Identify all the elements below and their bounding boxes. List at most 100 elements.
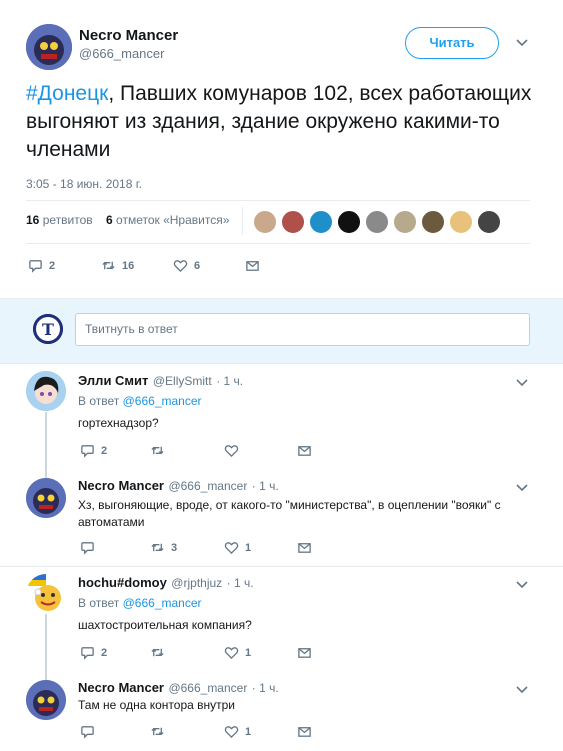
tweet-timestamp[interactable]: 3:05 - 18 июн. 2018 г. — [26, 177, 142, 191]
retweet-action[interactable] — [150, 443, 171, 458]
liker-avatar[interactable] — [253, 210, 277, 234]
like-count: 1 — [245, 541, 252, 554]
reply-icon — [29, 260, 42, 273]
reply-count: 2 — [49, 259, 56, 272]
thread-line — [45, 412, 47, 478]
reply-action[interactable]: 2 — [28, 258, 55, 273]
stats-separator — [242, 207, 243, 235]
author-handle[interactable]: @666_mancer — [79, 46, 164, 61]
author-name[interactable]: Necro Mancer — [79, 27, 178, 44]
chevron-down-icon[interactable] — [516, 36, 528, 50]
liker-avatar[interactable] — [337, 210, 361, 234]
reply-time[interactable]: · 1 ч. — [252, 681, 279, 695]
author-avatar[interactable] — [26, 24, 72, 70]
reply-author-name[interactable]: Элли Смит — [78, 373, 148, 388]
retweet-count: 16 — [122, 259, 135, 272]
message-action[interactable] — [297, 540, 312, 555]
chevron-down-icon[interactable] — [516, 683, 528, 697]
reply-header: hochu#domoy @rjpthjuz · 1 ч. — [78, 574, 254, 592]
retweet-action[interactable] — [150, 724, 171, 739]
reply-icon — [81, 647, 94, 660]
svg-text:T: T — [42, 320, 54, 339]
like-count: 1 — [245, 646, 252, 659]
envelope-icon — [298, 543, 311, 553]
like-action[interactable]: 1 — [224, 645, 251, 660]
reply-header: Necro Mancer @666_mancer · 1 ч. — [78, 477, 279, 495]
reply-time[interactable]: · 1 ч. — [216, 374, 243, 388]
reply-author-handle[interactable]: @666_mancer — [168, 479, 247, 493]
reply-avatar[interactable] — [26, 574, 66, 614]
reply-action[interactable]: 2 — [80, 443, 107, 458]
reply-time[interactable]: · 1 ч. — [227, 576, 254, 590]
like-count: 1 — [245, 725, 252, 738]
reply-action[interactable] — [80, 724, 101, 739]
heart-icon — [224, 726, 239, 739]
reply-to-handle[interactable]: @666_mancer — [123, 394, 202, 408]
liker-avatar[interactable] — [449, 210, 473, 234]
liker-avatar[interactable] — [365, 210, 389, 234]
follow-button[interactable]: Читать — [405, 27, 499, 59]
liker-avatar[interactable] — [477, 210, 501, 234]
like-action[interactable]: 1 — [224, 540, 251, 555]
retweet-icon — [151, 727, 164, 736]
reply-header: Necro Mancer @666_mancer · 1 ч. — [78, 679, 279, 697]
message-action[interactable] — [297, 724, 312, 739]
likes-count: 6 — [106, 213, 113, 227]
reply-author-name[interactable]: Necro Mancer — [78, 680, 164, 695]
reply-icon — [81, 542, 94, 555]
reply-author-name[interactable]: Necro Mancer — [78, 478, 164, 493]
chevron-down-icon[interactable] — [516, 376, 528, 390]
chevron-down-icon[interactable] — [516, 481, 528, 495]
reply-to-line: В ответ @666_mancer — [78, 596, 202, 610]
retweet-action[interactable]: 16 — [101, 258, 134, 273]
reply-avatar[interactable] — [26, 371, 66, 411]
liker-avatar[interactable] — [281, 210, 305, 234]
retweets-count: 16 — [26, 213, 40, 227]
liker-avatar[interactable] — [421, 210, 445, 234]
liker-avatar[interactable] — [309, 210, 333, 234]
user-avatar[interactable]: T — [33, 314, 63, 344]
heart-icon — [224, 445, 239, 458]
reply-author-handle[interactable]: @EllySmitt — [153, 374, 212, 388]
liker-avatar[interactable] — [393, 210, 417, 234]
hashtag-link[interactable]: #Донецк — [26, 82, 108, 105]
reply-icon — [81, 726, 94, 739]
reply-text: Хз, выгоняющие, вроде, от какого-то "мин… — [78, 498, 501, 529]
retweet-count: 3 — [171, 541, 178, 554]
like-action[interactable] — [224, 443, 245, 458]
reply-avatar[interactable] — [26, 680, 66, 720]
retweet-action[interactable] — [150, 645, 171, 660]
reply-input[interactable]: Твитнуть в ответ — [75, 313, 530, 346]
like-action[interactable]: 1 — [224, 724, 251, 739]
reply-to-handle[interactable]: @666_mancer — [123, 596, 202, 610]
reply-text: гортехнадзор? — [78, 416, 159, 430]
chevron-down-icon[interactable] — [516, 578, 528, 592]
reply-time[interactable]: · 1 ч. — [252, 479, 279, 493]
message-action[interactable] — [297, 443, 312, 458]
liker-avatars — [253, 210, 505, 239]
message-action[interactable] — [297, 645, 312, 660]
retweet-action[interactable]: 3 — [150, 540, 177, 555]
retweet-icon — [151, 648, 164, 657]
envelope-icon — [298, 727, 311, 737]
reply-author-handle[interactable]: @rjpthjuz — [171, 576, 222, 590]
message-action[interactable] — [245, 258, 260, 273]
retweet-icon — [102, 261, 115, 270]
reply-author-name[interactable]: hochu#domoy — [78, 575, 167, 590]
envelope-icon — [298, 648, 311, 658]
reply-to-line: В ответ @666_mancer — [78, 394, 202, 408]
reply-action[interactable]: 2 — [80, 645, 107, 660]
retweet-icon — [151, 543, 164, 552]
retweet-icon — [151, 446, 164, 455]
likes-stat[interactable]: 6 отметок «Нравится» — [106, 213, 229, 227]
reply-avatar[interactable] — [26, 478, 66, 518]
envelope-icon — [246, 261, 259, 271]
heart-icon — [224, 647, 239, 660]
reply-author-handle[interactable]: @666_mancer — [168, 681, 247, 695]
retweets-label: ретвитов — [42, 213, 93, 227]
reply-action[interactable] — [80, 540, 101, 555]
retweets-stat[interactable]: 16 ретвитов — [26, 213, 93, 227]
tweet-text: #Донецк, Павших комунаров 102, всех рабо… — [26, 80, 536, 164]
likes-label: отметок «Нравится» — [116, 213, 230, 227]
like-action[interactable]: 6 — [173, 258, 200, 273]
